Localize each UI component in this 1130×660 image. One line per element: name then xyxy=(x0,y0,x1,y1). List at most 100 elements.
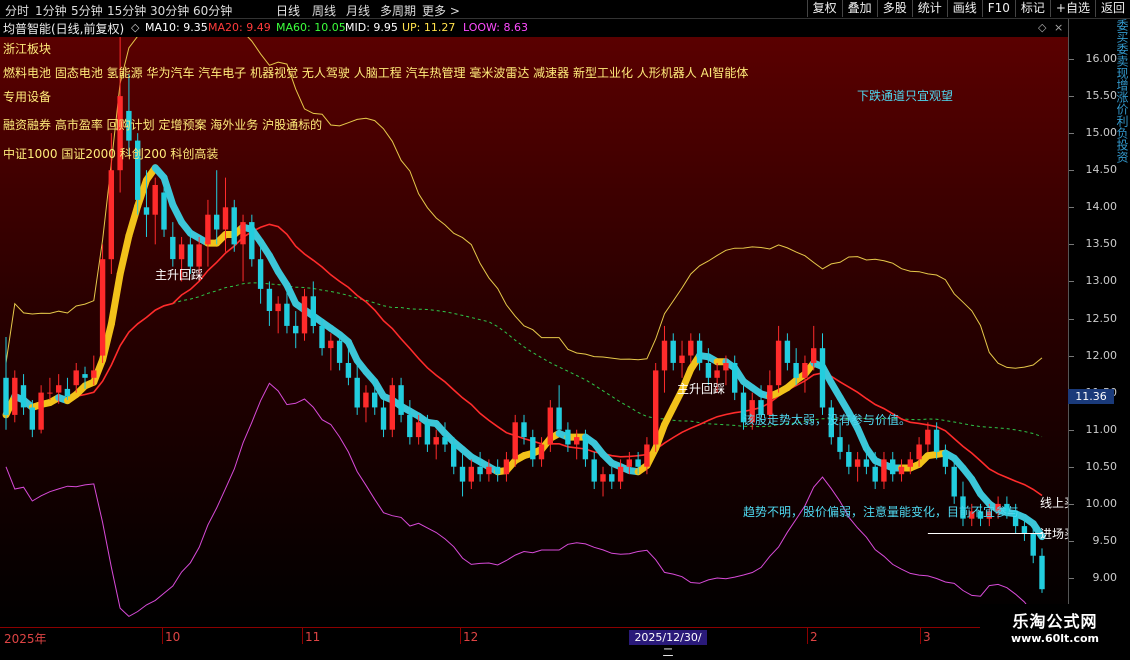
overlay-button[interactable]: 叠加 xyxy=(841,0,877,17)
price-tick-label: 14.50 xyxy=(1085,163,1118,177)
candle-body xyxy=(231,207,237,245)
add-watchlist-button[interactable]: +自选 xyxy=(1049,0,1095,17)
up-value: UP: 11.27 xyxy=(402,21,456,34)
date-label-mar: 3 xyxy=(923,630,931,644)
date-separator xyxy=(920,628,921,644)
period-15min[interactable]: 15分钟 xyxy=(107,2,146,19)
candle-body xyxy=(275,303,281,312)
candle-body xyxy=(152,185,158,215)
candle-body xyxy=(178,244,185,260)
date-label-oct: 10 xyxy=(165,630,181,644)
current-price-tag: 11.36 xyxy=(1068,389,1114,404)
ma10-value: MA10: 9.35 xyxy=(145,21,208,34)
candle-body xyxy=(328,340,334,349)
candle-body xyxy=(898,466,905,475)
candle-body xyxy=(398,385,404,415)
date-separator xyxy=(807,628,808,644)
price-tick-label: 15.00 xyxy=(1085,126,1118,140)
candle-body xyxy=(1030,533,1036,556)
period-30min[interactable]: 30分钟 xyxy=(150,2,189,19)
candle-body xyxy=(143,207,150,215)
candle-body xyxy=(565,429,571,445)
adjust-button[interactable]: 复权 xyxy=(806,0,842,17)
period-daily[interactable]: 日线 xyxy=(276,2,300,19)
date-separator xyxy=(162,628,163,644)
candle-body xyxy=(468,466,474,482)
price-tick-mark xyxy=(1069,59,1074,60)
candle-body xyxy=(284,303,290,326)
candle-body xyxy=(1039,555,1045,590)
candle-body xyxy=(99,259,106,356)
candle-body xyxy=(407,414,413,438)
candle-body xyxy=(91,370,97,378)
draw-line-button[interactable]: 画线 xyxy=(946,0,982,17)
diamond-icon[interactable]: ◇ xyxy=(1038,21,1046,34)
period-5min[interactable]: 5分钟 xyxy=(71,2,103,19)
candle-body xyxy=(433,437,439,445)
date-separator xyxy=(302,628,303,644)
price-tick-mark xyxy=(1069,578,1074,579)
sector-industry: 专用设备 xyxy=(3,90,52,104)
price-tick-mark xyxy=(1069,503,1074,505)
watermark-title: 乐淘公式网 xyxy=(1012,612,1098,631)
candle-body xyxy=(723,363,729,371)
candle-body xyxy=(187,244,194,267)
unclear-trend-note: 趋势不明，股价偏弱，注意量能变化，目前不宜参与 xyxy=(743,505,1020,519)
period-monthly[interactable]: 月线 xyxy=(346,2,370,19)
price-tick-mark xyxy=(1069,466,1074,468)
candle-body xyxy=(925,429,931,445)
period-60min[interactable]: 60分钟 xyxy=(193,2,232,19)
indicator-bar: 均普智能(日线,前复权) ◇ MA10: 9.35 MA20: 9.49 MA6… xyxy=(0,19,1068,37)
price-tick-mark xyxy=(1069,429,1074,431)
period-multi[interactable]: 多周期 xyxy=(380,2,416,19)
close-icon[interactable]: × xyxy=(1054,21,1063,34)
period-weekly[interactable]: 周线 xyxy=(312,2,336,19)
candle-body xyxy=(12,377,18,415)
date-label-year: 2025年 xyxy=(4,632,47,646)
side-info-strip[interactable]: 委买委卖现增涨价利负投资 xyxy=(1116,19,1130,469)
settings-icon[interactable]: ◇ xyxy=(131,21,139,34)
candle-body xyxy=(205,214,211,245)
price-tick-label: 10.50 xyxy=(1085,459,1118,473)
multi-stock-button[interactable]: 多股 xyxy=(876,0,912,17)
candle-body xyxy=(916,444,922,460)
candle-body xyxy=(1021,526,1028,534)
candle-body xyxy=(775,340,782,386)
candle-body xyxy=(380,407,387,430)
candle-body xyxy=(363,392,369,408)
price-tick-label: 10.00 xyxy=(1085,496,1118,510)
mark-button[interactable]: 标记 xyxy=(1014,0,1050,17)
candle-body xyxy=(372,392,378,408)
candle-body xyxy=(196,244,202,267)
candle-body xyxy=(494,466,501,475)
candle-body xyxy=(793,363,799,378)
date-separator xyxy=(460,628,461,644)
cursor-date-tag: 2025/12/30/二 xyxy=(629,630,707,659)
candle-body xyxy=(538,444,545,460)
price-tick-label: 9.00 xyxy=(1092,571,1118,584)
price-tick-label: 13.00 xyxy=(1085,274,1118,288)
price-tick-mark xyxy=(1069,170,1074,172)
candle-body xyxy=(249,222,255,260)
candle-body xyxy=(354,377,360,408)
candle-body xyxy=(266,288,273,311)
price-tick-label: 13.50 xyxy=(1085,237,1118,251)
price-tick-mark xyxy=(1069,281,1074,283)
candle-body xyxy=(47,392,53,394)
candle-body xyxy=(688,340,694,356)
f10-button[interactable]: F10 xyxy=(981,0,1015,17)
period-1min[interactable]: 1分钟 xyxy=(35,2,67,19)
candle-body xyxy=(872,466,878,482)
trend-ribbon-segment xyxy=(125,202,142,240)
trend-ribbon-segment xyxy=(116,232,133,278)
candle-body xyxy=(424,422,431,445)
price-tick-mark xyxy=(1069,318,1074,320)
stats-button[interactable]: 统计 xyxy=(911,0,947,17)
back-button[interactable]: 返回 xyxy=(1094,0,1130,17)
downtrend-note: 下跌通道只宜观望 xyxy=(857,89,954,103)
rise-pullback-label-1: 主升回踩 xyxy=(155,268,204,282)
period-intraday[interactable]: 分时 xyxy=(5,2,29,19)
period-more[interactable]: 更多 > xyxy=(422,2,460,19)
candle-body xyxy=(389,385,395,430)
trend-ribbon-segment xyxy=(107,270,124,328)
